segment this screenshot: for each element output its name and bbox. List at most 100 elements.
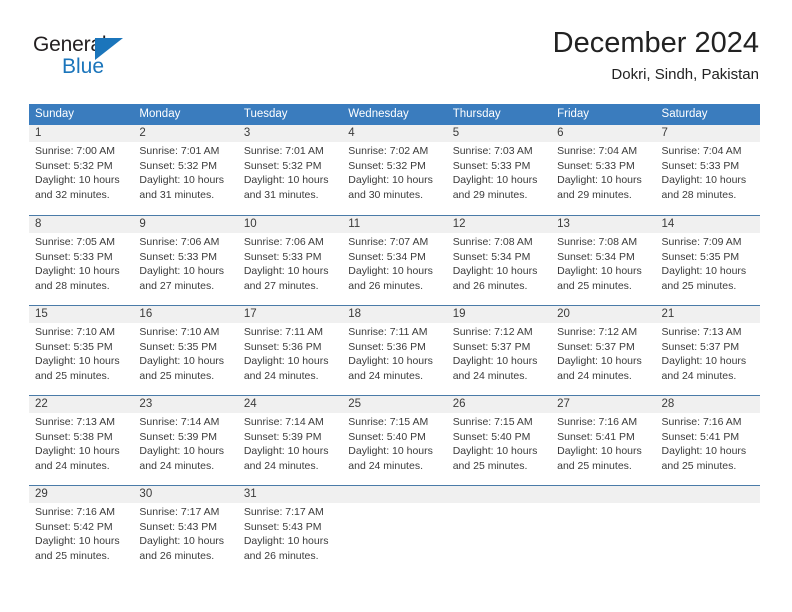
daylight-text-line2: and 29 minutes. xyxy=(557,188,632,201)
day-cell[interactable]: 31 Sunrise: 7:17 AM Sunset: 5:43 PM Dayl… xyxy=(238,486,342,576)
sunset-text: Sunset: 5:32 PM xyxy=(348,159,426,172)
day-number: 26 xyxy=(452,398,466,410)
page-header: General Blue December 2024 Dokri, Sindh,… xyxy=(0,0,792,100)
day-number: 31 xyxy=(243,488,257,500)
daylight-text-line1: Daylight: 10 hours xyxy=(348,445,433,457)
day-cell[interactable]: 21 Sunrise: 7:13 AM Sunset: 5:37 PM Dayl… xyxy=(656,306,760,396)
day-number: 25 xyxy=(348,398,362,410)
daylight-text-line2: and 24 minutes. xyxy=(35,459,110,472)
daylight-text-line2: and 30 minutes. xyxy=(348,188,423,201)
day-number: 15 xyxy=(35,308,48,320)
daylight-text-line2: and 28 minutes. xyxy=(35,279,110,292)
day-details: Sunrise: 7:05 AM Sunset: 5:33 PM Dayligh… xyxy=(35,235,133,293)
sunset-text: Sunset: 5:39 PM xyxy=(139,430,218,443)
day-cell[interactable]: 14 Sunrise: 7:09 AM Sunset: 5:35 PM Dayl… xyxy=(656,216,760,306)
day-number: 18 xyxy=(348,308,362,320)
day-cell[interactable]: 2 Sunrise: 7:01 AM Sunset: 5:32 PM Dayli… xyxy=(133,125,237,215)
day-number: 23 xyxy=(139,398,153,410)
daylight-text-line1: Daylight: 10 hours xyxy=(139,265,225,277)
weekday-header-tuesday: Tuesday xyxy=(243,108,288,120)
sunrise-text: Sunrise: 7:16 AM xyxy=(661,416,742,428)
day-number xyxy=(557,486,655,503)
sunset-text: Sunset: 5:34 PM xyxy=(348,250,426,263)
daylight-text-line1: Daylight: 10 hours xyxy=(557,174,642,186)
daylight-text-line2: and 24 minutes. xyxy=(452,369,528,382)
day-number: 2 xyxy=(139,127,146,139)
day-cell[interactable]: 25 Sunrise: 7:15 AM Sunset: 5:40 PM Dayl… xyxy=(342,396,446,486)
sunrise-text: Sunrise: 7:13 AM xyxy=(35,416,115,428)
day-details: Sunrise: 7:08 AM Sunset: 5:34 PM Dayligh… xyxy=(453,235,551,293)
day-cell[interactable]: 24 Sunrise: 7:14 AM Sunset: 5:39 PM Dayl… xyxy=(238,396,342,486)
day-cell[interactable]: 3 Sunrise: 7:01 AM Sunset: 5:32 PM Dayli… xyxy=(238,125,342,215)
day-details: Sunrise: 7:12 AM Sunset: 5:37 PM Dayligh… xyxy=(453,325,551,383)
sunset-text: Sunset: 5:40 PM xyxy=(452,430,531,443)
day-cell[interactable]: 30 Sunrise: 7:17 AM Sunset: 5:43 PM Dayl… xyxy=(133,486,237,576)
daylight-text-line2: and 28 minutes. xyxy=(661,188,737,201)
day-cell[interactable]: 22 Sunrise: 7:13 AM Sunset: 5:38 PM Dayl… xyxy=(29,396,133,486)
sunrise-text: Sunrise: 7:08 AM xyxy=(452,236,533,248)
day-number: 11 xyxy=(348,218,361,230)
day-details: Sunrise: 7:01 AM Sunset: 5:32 PM Dayligh… xyxy=(244,144,342,202)
day-cell[interactable]: 29 Sunrise: 7:16 AM Sunset: 5:42 PM Dayl… xyxy=(29,486,133,576)
calendar-week-row: 29 Sunrise: 7:16 AM Sunset: 5:42 PM Dayl… xyxy=(29,485,760,575)
sunrise-text: Sunrise: 7:11 AM xyxy=(243,326,324,338)
day-cell[interactable]: 23 Sunrise: 7:14 AM Sunset: 5:39 PM Dayl… xyxy=(133,396,237,486)
generalblue-logo[interactable]: General Blue xyxy=(33,33,143,81)
day-cell[interactable]: 4 Sunrise: 7:02 AM Sunset: 5:32 PM Dayli… xyxy=(342,125,446,215)
daylight-text-line1: Daylight: 10 hours xyxy=(243,265,329,277)
day-cell[interactable]: 7 Sunrise: 7:04 AM Sunset: 5:33 PM Dayli… xyxy=(656,125,760,215)
sunrise-text: Sunrise: 7:06 AM xyxy=(243,236,324,248)
day-number: 1 xyxy=(35,127,42,139)
day-details: Sunrise: 7:07 AM Sunset: 5:34 PM Dayligh… xyxy=(348,235,446,293)
weekday-header-friday: Friday xyxy=(557,108,590,120)
daylight-text-line1: Daylight: 10 hours xyxy=(661,174,747,186)
day-cell[interactable]: 9 Sunrise: 7:06 AM Sunset: 5:33 PM Dayli… xyxy=(133,216,237,306)
day-cell[interactable]: 1 Sunrise: 7:00 AM Sunset: 5:32 PM Dayli… xyxy=(29,125,133,215)
day-cell[interactable]: 13 Sunrise: 7:08 AM Sunset: 5:34 PM Dayl… xyxy=(551,216,655,306)
sunrise-text: Sunrise: 7:12 AM xyxy=(452,326,533,338)
daylight-text-line2: and 31 minutes. xyxy=(243,188,319,201)
day-cell[interactable]: 26 Sunrise: 7:15 AM Sunset: 5:40 PM Dayl… xyxy=(447,396,551,486)
day-cell[interactable]: 8 Sunrise: 7:05 AM Sunset: 5:33 PM Dayli… xyxy=(29,216,133,306)
day-cell[interactable]: 18 Sunrise: 7:11 AM Sunset: 5:36 PM Dayl… xyxy=(342,306,446,396)
day-cell[interactable]: 10 Sunrise: 7:06 AM Sunset: 5:33 PM Dayl… xyxy=(238,216,342,306)
day-cell[interactable]: 6 Sunrise: 7:04 AM Sunset: 5:33 PM Dayli… xyxy=(551,125,655,215)
day-cell[interactable]: 16 Sunrise: 7:10 AM Sunset: 5:35 PM Dayl… xyxy=(133,306,237,396)
weekday-header-sunday: Sunday xyxy=(35,108,75,120)
day-details: Sunrise: 7:04 AM Sunset: 5:33 PM Dayligh… xyxy=(557,144,655,202)
day-cell[interactable]: 17 Sunrise: 7:11 AM Sunset: 5:36 PM Dayl… xyxy=(238,306,342,396)
daylight-text-line2: and 25 minutes. xyxy=(139,369,215,382)
day-number: 13 xyxy=(557,218,570,230)
day-cell[interactable]: 15 Sunrise: 7:10 AM Sunset: 5:35 PM Dayl… xyxy=(29,306,133,396)
day-details: Sunrise: 7:14 AM Sunset: 5:39 PM Dayligh… xyxy=(139,415,237,473)
sunset-text: Sunset: 5:37 PM xyxy=(557,340,635,353)
day-details: Sunrise: 7:13 AM Sunset: 5:37 PM Dayligh… xyxy=(662,325,760,383)
day-cell[interactable]: 28 Sunrise: 7:16 AM Sunset: 5:41 PM Dayl… xyxy=(656,396,760,486)
sunset-text: Sunset: 5:37 PM xyxy=(661,340,740,353)
day-cell[interactable]: 12 Sunrise: 7:08 AM Sunset: 5:34 PM Dayl… xyxy=(447,216,551,306)
daylight-text-line1: Daylight: 10 hours xyxy=(35,445,120,457)
daylight-text-line2: and 24 minutes. xyxy=(243,459,319,472)
sunrise-text: Sunrise: 7:11 AM xyxy=(348,326,428,338)
day-cell[interactable]: 20 Sunrise: 7:12 AM Sunset: 5:37 PM Dayl… xyxy=(551,306,655,396)
day-number: 12 xyxy=(452,218,466,230)
daylight-text-line2: and 25 minutes. xyxy=(557,279,632,292)
day-cell[interactable]: 27 Sunrise: 7:16 AM Sunset: 5:41 PM Dayl… xyxy=(551,396,655,486)
daylight-text-line1: Daylight: 10 hours xyxy=(139,445,225,457)
day-cell[interactable]: 11 Sunrise: 7:07 AM Sunset: 5:34 PM Dayl… xyxy=(342,216,446,306)
day-details: Sunrise: 7:15 AM Sunset: 5:40 PM Dayligh… xyxy=(348,415,446,473)
day-cell[interactable]: 5 Sunrise: 7:03 AM Sunset: 5:33 PM Dayli… xyxy=(447,125,551,215)
daylight-text-line2: and 24 minutes. xyxy=(139,459,215,472)
sunset-text: Sunset: 5:34 PM xyxy=(452,250,531,263)
sunrise-text: Sunrise: 7:15 AM xyxy=(452,416,533,428)
sunset-text: Sunset: 5:35 PM xyxy=(35,340,113,353)
day-details: Sunrise: 7:10 AM Sunset: 5:35 PM Dayligh… xyxy=(35,325,133,383)
sunrise-text: Sunrise: 7:01 AM xyxy=(139,145,220,157)
day-number xyxy=(348,486,446,503)
weekday-header-saturday: Saturday xyxy=(661,108,708,120)
sunset-text: Sunset: 5:36 PM xyxy=(348,340,426,353)
sunset-text: Sunset: 5:35 PM xyxy=(661,250,740,263)
sunrise-text: Sunrise: 7:02 AM xyxy=(348,145,429,157)
daylight-text-line2: and 24 minutes. xyxy=(661,369,737,382)
day-cell[interactable]: 19 Sunrise: 7:12 AM Sunset: 5:37 PM Dayl… xyxy=(447,306,551,396)
